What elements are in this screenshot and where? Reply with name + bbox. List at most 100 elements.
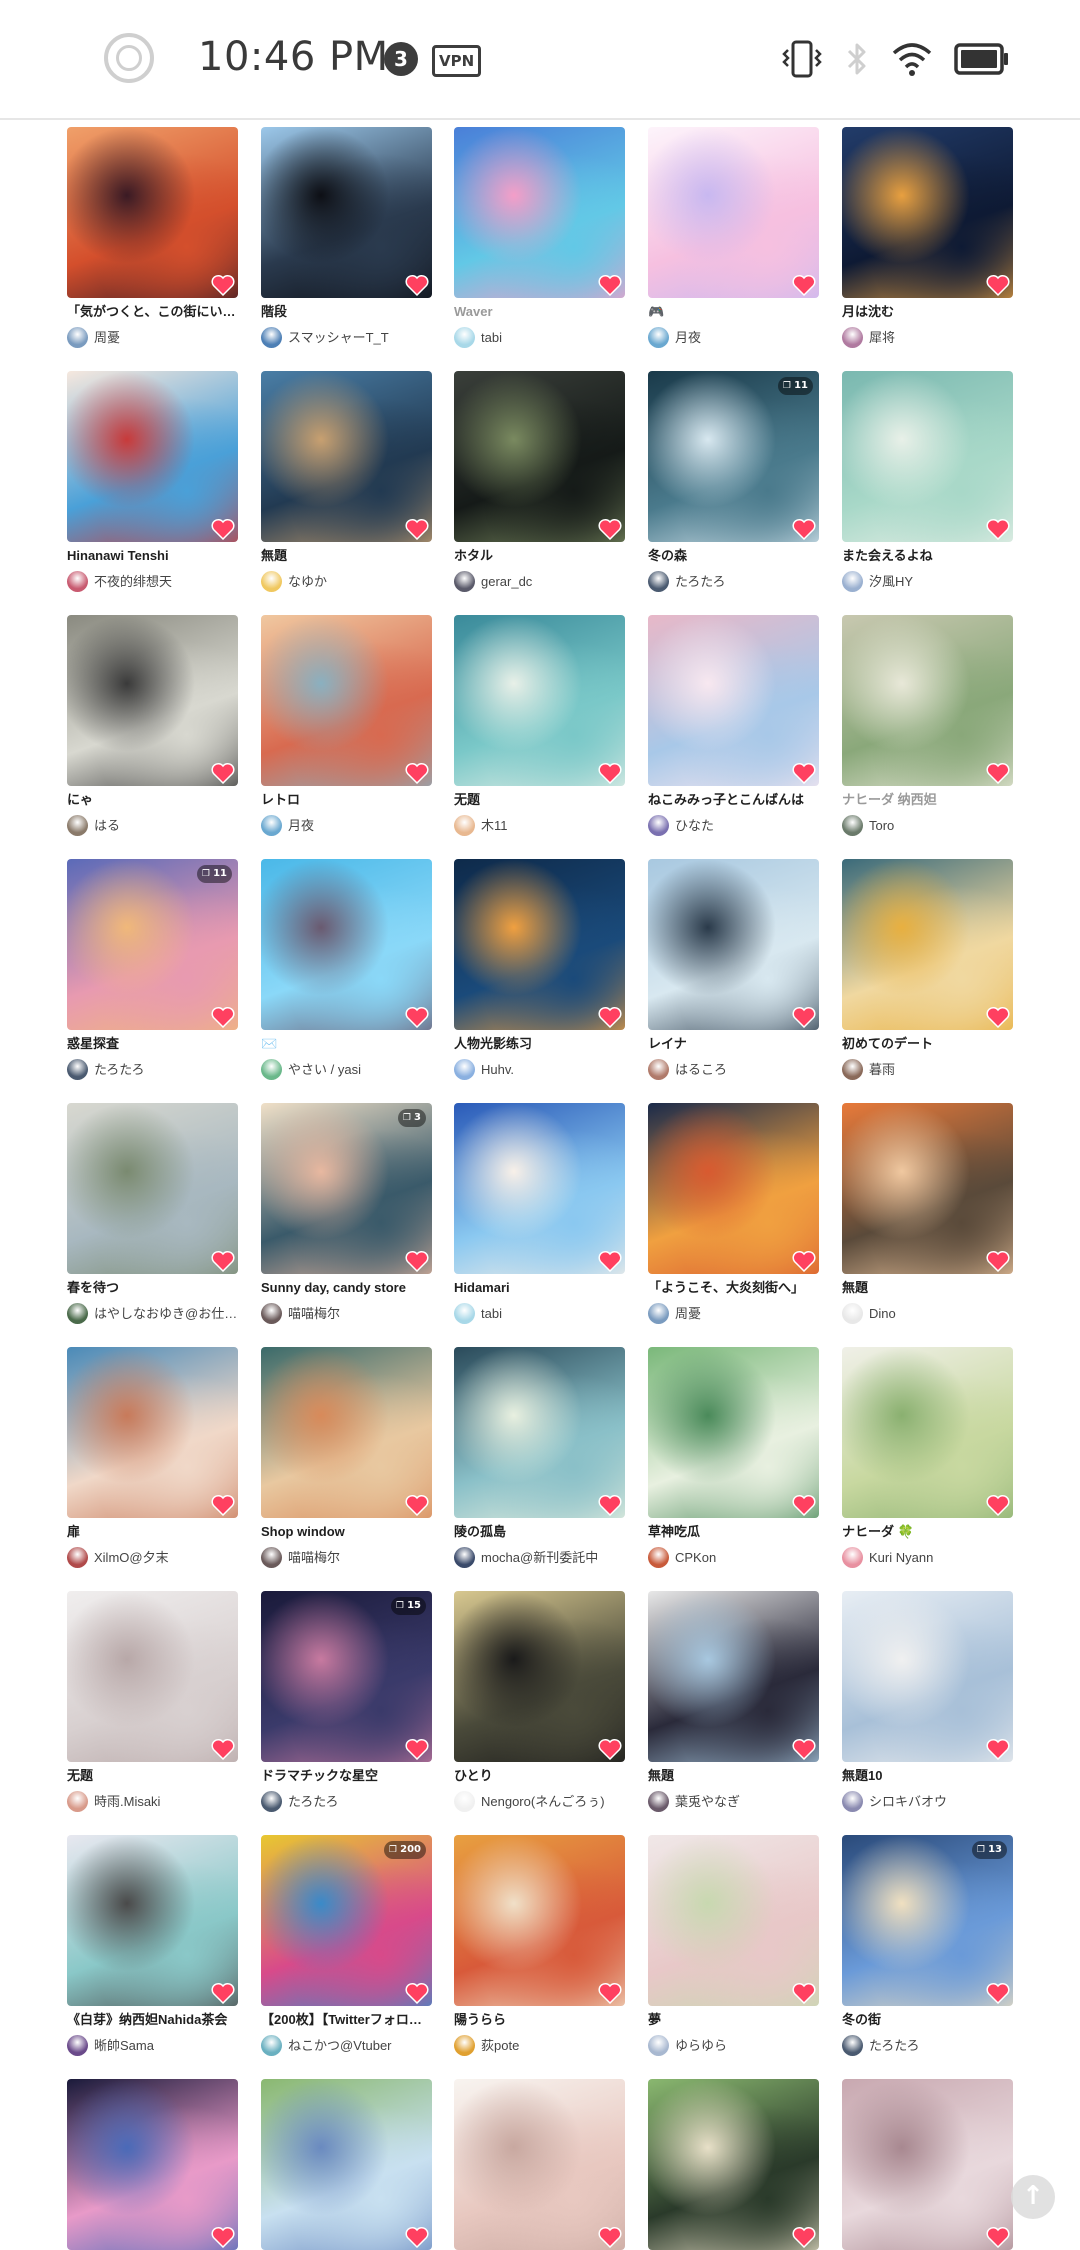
author-name[interactable]: 喵喵梅尔 (288, 1549, 432, 1567)
artwork-thumbnail[interactable] (67, 615, 238, 786)
author-name[interactable]: tabi (481, 1305, 625, 1323)
author-name[interactable]: mocha@新刊委託中 (481, 1549, 625, 1567)
artwork-title[interactable]: 「気がつくと、この街にいた」 (67, 303, 238, 321)
artwork-author[interactable]: 不夜的绯想天 (67, 571, 238, 593)
author-name[interactable]: やさい / yasi (288, 1061, 432, 1079)
like-heart-icon[interactable] (986, 274, 1010, 296)
like-heart-icon[interactable] (792, 1982, 816, 2004)
artwork-title[interactable]: 夢 (648, 2011, 819, 2029)
like-heart-icon[interactable] (211, 274, 235, 296)
artwork-thumbnail[interactable] (842, 1103, 1013, 1274)
author-name[interactable]: Dino (869, 1305, 1013, 1323)
like-heart-icon[interactable] (598, 1494, 622, 1516)
avatar[interactable] (842, 1547, 863, 1568)
author-name[interactable]: はやしなおゆき@お仕事募集中 (94, 1305, 238, 1323)
like-heart-icon[interactable] (405, 518, 429, 540)
author-name[interactable]: tabi (481, 329, 625, 347)
avatar[interactable] (67, 1303, 88, 1324)
author-name[interactable]: 不夜的绯想天 (94, 573, 238, 591)
avatar[interactable] (261, 327, 282, 348)
artwork-thumbnail[interactable] (648, 1347, 819, 1518)
artwork-author[interactable]: たろたろ (842, 2035, 1013, 2057)
avatar[interactable] (648, 1547, 669, 1568)
author-name[interactable]: シロキバオウ (869, 1793, 1013, 1811)
like-heart-icon[interactable] (598, 274, 622, 296)
author-name[interactable]: スマッシャーT_T (288, 329, 432, 347)
avatar[interactable] (261, 571, 282, 592)
avatar[interactable] (67, 1059, 88, 1080)
artwork-title[interactable]: レイナ (648, 1035, 819, 1053)
like-heart-icon[interactable] (792, 518, 816, 540)
avatar[interactable] (67, 327, 88, 348)
artwork-author[interactable]: mocha@新刊委託中 (454, 1547, 625, 1569)
like-heart-icon[interactable] (792, 1494, 816, 1516)
avatar[interactable] (261, 815, 282, 836)
artwork-title[interactable]: 階段 (261, 303, 432, 321)
avatar[interactable] (454, 1791, 475, 1812)
avatar[interactable] (454, 2035, 475, 2056)
avatar[interactable] (842, 1791, 863, 1812)
like-heart-icon[interactable] (986, 518, 1010, 540)
author-name[interactable]: たろたろ (675, 573, 819, 591)
artwork-title[interactable]: ひとり (454, 1767, 625, 1785)
author-name[interactable]: ねこかつ@Vtuber (288, 2037, 432, 2055)
author-name[interactable]: 周憂 (675, 1305, 819, 1323)
avatar[interactable] (261, 2035, 282, 2056)
artwork-title[interactable]: 陽うらら (454, 2011, 625, 2029)
artwork-author[interactable]: 葉兎やなぎ (648, 1791, 819, 1813)
artwork-thumbnail[interactable] (261, 371, 432, 542)
like-heart-icon[interactable] (792, 274, 816, 296)
artwork-author[interactable]: たろたろ (648, 571, 819, 593)
artwork-title[interactable]: 「ようこそ、大炎刻街へ」 (648, 1279, 819, 1297)
artwork-thumbnail[interactable] (67, 127, 238, 298)
artwork-thumbnail[interactable]: 11 (648, 371, 819, 542)
artwork-title[interactable]: 陵の孤島 (454, 1523, 625, 1541)
artwork-title[interactable]: 🎮 (648, 303, 819, 321)
artwork-title[interactable]: 冬の森 (648, 547, 819, 565)
author-name[interactable]: 周憂 (94, 329, 238, 347)
avatar[interactable] (261, 1059, 282, 1080)
artwork-thumbnail[interactable] (67, 1835, 238, 2006)
like-heart-icon[interactable] (986, 1006, 1010, 1028)
artwork-title[interactable]: にゃ (67, 791, 238, 809)
avatar[interactable] (842, 815, 863, 836)
artwork-title[interactable]: Shop window (261, 1523, 432, 1541)
like-heart-icon[interactable] (598, 762, 622, 784)
artwork-thumbnail[interactable] (842, 859, 1013, 1030)
artwork-thumbnail[interactable] (454, 2079, 625, 2250)
author-name[interactable]: Huhv. (481, 1061, 625, 1079)
artwork-author[interactable]: 汐風HY (842, 571, 1013, 593)
like-heart-icon[interactable] (792, 1250, 816, 1272)
artwork-author[interactable]: 時雨.Misaki (67, 1791, 238, 1813)
like-heart-icon[interactable] (405, 1738, 429, 1760)
artwork-thumbnail[interactable] (454, 1591, 625, 1762)
avatar[interactable] (454, 327, 475, 348)
author-name[interactable]: たろたろ (94, 1061, 238, 1079)
like-heart-icon[interactable] (986, 1982, 1010, 2004)
like-heart-icon[interactable] (405, 1982, 429, 2004)
artwork-thumbnail[interactable] (261, 127, 432, 298)
author-name[interactable]: Toro (869, 817, 1013, 835)
artwork-title[interactable]: 無題 (842, 1279, 1013, 1297)
artwork-author[interactable]: Dino (842, 1303, 1013, 1325)
artwork-thumbnail[interactable] (842, 127, 1013, 298)
artwork-title[interactable]: 无题 (67, 1767, 238, 1785)
artwork-author[interactable]: 木11 (454, 815, 625, 837)
artwork-author[interactable]: tabi (454, 1303, 625, 1325)
author-name[interactable]: 葉兎やなぎ (675, 1793, 819, 1811)
author-name[interactable]: はる (94, 817, 238, 835)
artwork-thumbnail[interactable] (648, 615, 819, 786)
avatar[interactable] (648, 571, 669, 592)
avatar[interactable] (648, 1303, 669, 1324)
artwork-thumbnail[interactable] (67, 2079, 238, 2250)
artwork-thumbnail[interactable] (648, 2079, 819, 2250)
author-name[interactable]: 喵喵梅尔 (288, 1305, 432, 1323)
artwork-title[interactable]: 扉 (67, 1523, 238, 1541)
artwork-thumbnail[interactable]: 15 (261, 1591, 432, 1762)
like-heart-icon[interactable] (598, 1738, 622, 1760)
artwork-title[interactable]: ナヒーダ 纳西妲 (842, 791, 1013, 809)
author-name[interactable]: Nengoro(ネんごろぅ) (481, 1793, 625, 1811)
artwork-title[interactable]: ✉️ (261, 1035, 432, 1053)
artwork-thumbnail[interactable] (261, 1347, 432, 1518)
artwork-title[interactable]: 冬の街 (842, 2011, 1013, 2029)
